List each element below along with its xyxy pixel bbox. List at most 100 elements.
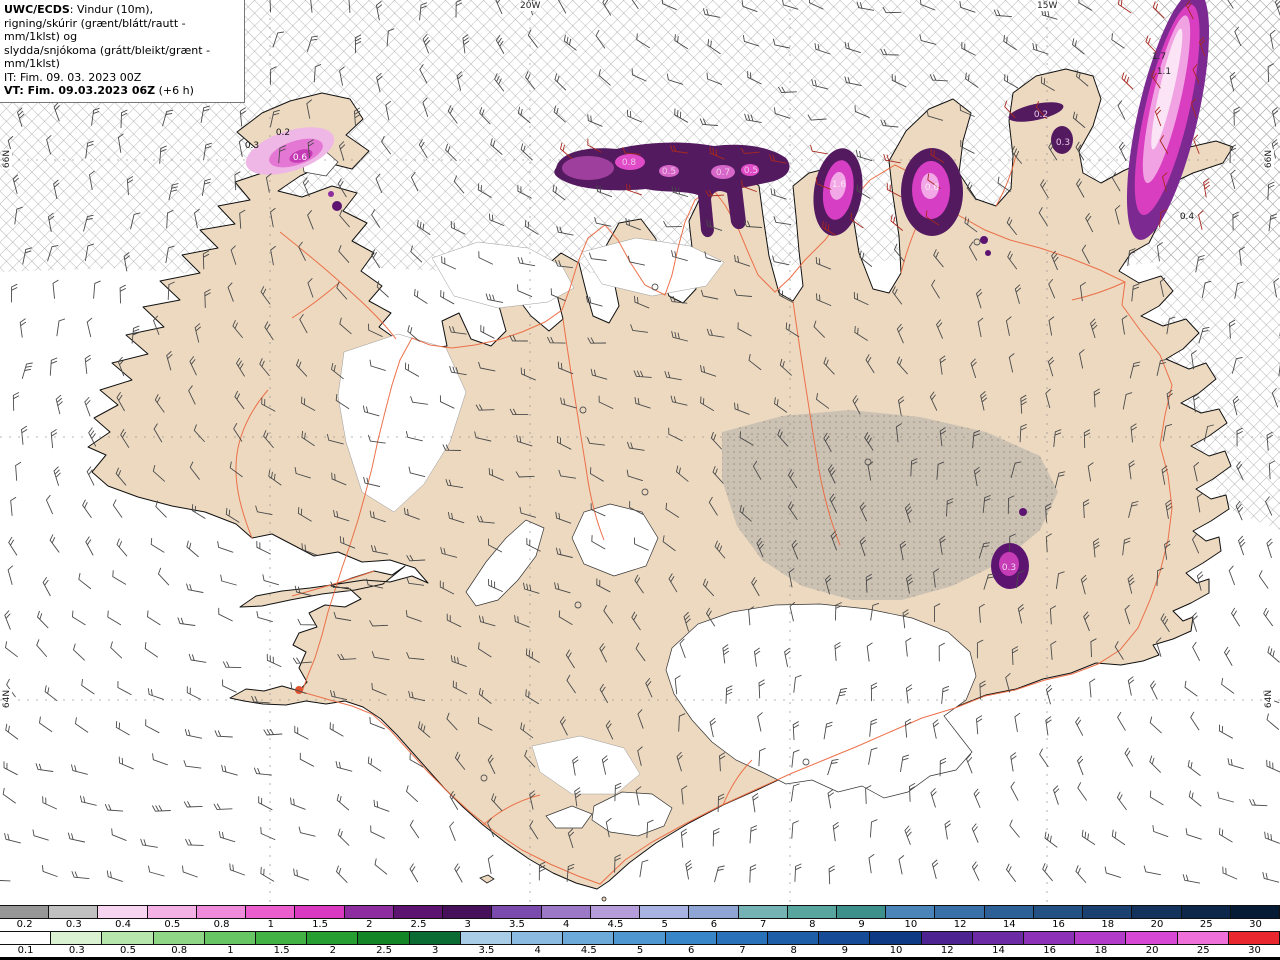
legend-cell <box>886 906 936 918</box>
precip-value-label: 1.1 <box>1157 67 1171 77</box>
legend-value: 5 <box>661 919 668 930</box>
precip-value-label: 0.3 <box>245 141 259 151</box>
legend-cell <box>1230 906 1280 918</box>
legend-cell <box>665 932 717 944</box>
legend-cell <box>358 932 410 944</box>
legend-cell <box>147 906 197 918</box>
legend-cell <box>51 932 103 944</box>
header-line-sleet: slydda/snjókoma (grátt/bleikt/grænt - mm… <box>4 43 211 71</box>
legend-value: 2 <box>329 945 336 956</box>
valid-time-offset: (+6 h) <box>155 84 194 97</box>
legend-cell <box>768 932 820 944</box>
legend-cell <box>307 932 359 944</box>
valid-time: VT: Fim. 09.03.2023 06Z <box>4 84 156 97</box>
header-line-init-time: IT: Fim. 09. 03. 2023 00Z <box>4 70 142 84</box>
legend-value: 12 <box>953 919 967 930</box>
legend-cell <box>972 932 1025 944</box>
legend-cell <box>102 932 154 944</box>
legend-cell <box>1181 906 1231 918</box>
legend-value: 2 <box>366 919 373 930</box>
model-variable: : Vindur (10m), <box>69 3 154 16</box>
legend-value: 3 <box>432 945 439 956</box>
legend-value: 16 <box>1052 919 1065 930</box>
legend-value: 9 <box>841 945 849 956</box>
legend-cell <box>409 932 461 944</box>
legend-cell <box>393 906 444 918</box>
legend-snow-scale-bar <box>0 905 1280 919</box>
legend-value: 3 <box>464 919 471 930</box>
legend-value: 14 <box>1002 919 1016 930</box>
offshore-island <box>479 874 495 884</box>
legend-value: 12 <box>940 945 954 956</box>
legend-value: 6 <box>688 945 695 956</box>
precip-value-label: 1.6 <box>832 180 847 190</box>
legend-cell <box>590 906 641 918</box>
legend-value: 14 <box>992 945 1005 956</box>
legend-cell <box>295 906 345 918</box>
legend-value: 8 <box>790 945 797 956</box>
legend-value: 2.5 <box>410 919 427 930</box>
legend-value: 18 <box>1094 945 1108 956</box>
graticule-label: 20W <box>519 1 542 11</box>
legend-value: 4 <box>563 919 570 930</box>
legend-cell <box>935 906 985 918</box>
graticule-label: 64N <box>1264 688 1275 710</box>
legend-value: 4.5 <box>607 919 624 930</box>
precip-value-label: 0.3 <box>1056 138 1070 148</box>
legend-value: 3.5 <box>509 919 525 930</box>
legend-value: 10 <box>904 919 918 930</box>
offshore-island <box>601 896 607 902</box>
legend-cell <box>246 906 296 918</box>
legend-value: 25 <box>1199 919 1213 930</box>
legend-cell <box>563 932 615 944</box>
precip-value-label: 0.7 <box>716 168 730 178</box>
legend-value: 0.4 <box>115 919 132 930</box>
precip-value-label: 0.3 <box>1002 563 1016 573</box>
legend-value: 1 <box>227 945 234 956</box>
legend-cell <box>1033 906 1084 918</box>
graticule-label: 66N <box>2 148 13 170</box>
legend-value: 20 <box>1150 919 1164 930</box>
legend-cell <box>98 906 148 918</box>
legend-value: 0.3 <box>68 945 85 956</box>
legend-cell <box>870 932 922 944</box>
legend-value: 5 <box>636 945 644 956</box>
legend-value: 6 <box>710 919 718 930</box>
legend-value: 20 <box>1145 945 1159 956</box>
legend-cell <box>153 932 205 944</box>
legend-cell <box>836 906 887 918</box>
legend-value: 8 <box>809 919 816 930</box>
header-line-rain: rigning/skúrir (grænt/blátt/rautt - mm/1… <box>4 16 186 44</box>
legend-cell <box>344 906 394 918</box>
precip-value-label: 0.5 <box>662 167 676 177</box>
header-line-model: UWC/ECDS: Vindur (10m), <box>4 3 238 17</box>
legend-cell <box>492 906 542 918</box>
legend-cell <box>614 932 666 944</box>
legend-cell <box>204 932 257 944</box>
graticule-label: 64N <box>2 688 13 710</box>
legend-value: 0.2 <box>16 919 33 930</box>
legend-value: 0.1 <box>17 945 34 956</box>
precipitation-legend: 0.2 0.3 0.4 0.5 0.8 1 1.5 2 2.5 3 3.5 4 4.5 5 6 7 8 9 10 12… <box>0 905 1280 960</box>
precip-value-label: 0.6 <box>925 183 940 193</box>
legend-value: 25 <box>1196 945 1210 956</box>
legend-cell <box>0 932 52 944</box>
legend-value: 30 <box>1249 919 1262 930</box>
precip-value-label: 0.5 <box>744 166 758 176</box>
legend-cell <box>0 906 50 918</box>
precip-value-label: 0.2 <box>1034 110 1048 120</box>
weather-map-svg: 0.3 0.2 0.6 0.8 0.5 0.7 0.5 1.6 0.6 0.2 0.3 1.7 1.1 0… <box>0 0 1280 905</box>
header-line-valid-time: VT: Fim. 09.03.2023 06Z (+6 h) <box>4 84 238 98</box>
legend-snow-scale-values: 0.2 0.3 0.4 0.5 0.8 1 1.5 2 2.5 3 3.5 4 4.5 5 6 7 8 9 10 12… <box>0 919 1280 931</box>
legend-value: 7 <box>759 919 767 930</box>
legend-cell <box>1228 932 1280 944</box>
legend-cell <box>49 906 99 918</box>
legend-cell <box>819 932 871 944</box>
legend-cell <box>689 906 739 918</box>
legend-value: 0.5 <box>164 919 181 930</box>
legend-value: 0.5 <box>120 945 136 956</box>
legend-value: 3.5 <box>478 945 495 956</box>
precip-value-label: 1.7 <box>1152 52 1166 62</box>
model-name: UWC/ECDS <box>4 3 70 16</box>
legend-cell <box>921 932 973 944</box>
